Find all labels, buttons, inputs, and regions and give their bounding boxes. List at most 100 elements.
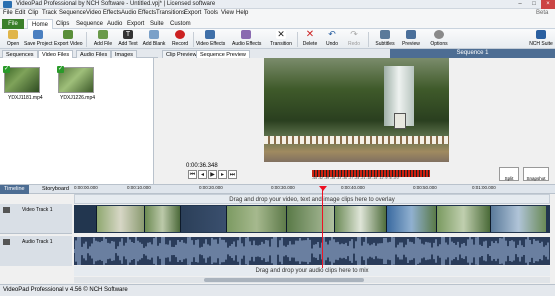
minimize-icon[interactable]: – (513, 0, 527, 9)
menu-help[interactable]: Help (236, 10, 248, 16)
edition-label: Beta (536, 10, 549, 16)
save-project-button[interactable]: Save Project (24, 30, 52, 49)
menu-edit[interactable]: Edit (15, 10, 25, 16)
menu-clip[interactable]: Clip (28, 10, 38, 16)
menu-track[interactable]: Track (42, 10, 57, 16)
tab-file[interactable]: File (2, 19, 24, 29)
audio-track[interactable] (74, 237, 550, 265)
maximize-icon[interactable]: □ (527, 0, 541, 9)
clip-bin-tabs: Sequences Video Files Audio Files Images (0, 49, 158, 58)
subtitles-button[interactable]: Subtitles (373, 30, 397, 49)
playhead-marker[interactable] (319, 186, 327, 191)
play-icon[interactable]: ▶ (208, 170, 217, 179)
go-start-icon[interactable]: ⏮ (188, 170, 197, 179)
step-back-icon[interactable]: ◂ (198, 170, 207, 179)
add-blank-button[interactable]: Add Blank (141, 30, 167, 49)
open-button[interactable]: Open (3, 30, 23, 49)
tab-images[interactable]: Images (111, 50, 138, 58)
tab-clips[interactable]: Clips (52, 19, 73, 29)
ruler-tick: 0:00:30.000 (271, 185, 295, 190)
ruler-tick: 0:00:50.000 (413, 185, 437, 190)
sign-image-region (394, 113, 406, 129)
snapshot-button[interactable]: Snapshot (523, 167, 549, 181)
tab-custom[interactable]: Custom (166, 19, 195, 29)
ribbon-tabs: File Home Clips Sequence Audio Export Su… (0, 18, 555, 29)
tab-export[interactable]: Export (123, 19, 148, 29)
tab-clip-preview[interactable]: Clip Preview (162, 50, 201, 58)
video-clip[interactable] (286, 206, 334, 232)
transition-button[interactable]: ✕ Transition (268, 30, 294, 49)
video-clip[interactable] (226, 206, 286, 232)
preview-icon (406, 30, 416, 39)
window-title: VideoPad Professional by NCH Software - … (16, 1, 216, 7)
menu-export[interactable]: Export (184, 10, 201, 16)
menu-file[interactable]: File (3, 10, 13, 16)
audio-track-header: Audio Track 1 (0, 236, 72, 266)
video-clip[interactable] (334, 206, 386, 232)
tab-sequence-preview[interactable]: Sequence Preview (196, 50, 250, 58)
save-icon (33, 30, 43, 39)
video-preview (264, 58, 449, 162)
menu-tools[interactable]: Tools (204, 10, 218, 16)
record-button[interactable]: Record (169, 30, 191, 49)
tab-timeline[interactable]: Timeline (0, 185, 29, 194)
nch-suite-button[interactable]: NCH Suite (528, 30, 554, 49)
add-text-button[interactable]: T Add Text (116, 30, 140, 49)
status-bar: VideoPad Professional v 4.56 © NCH Softw… (0, 284, 555, 296)
tab-sequence[interactable]: Sequence (72, 19, 107, 29)
speaker-icon[interactable] (3, 239, 10, 245)
waveform-path (74, 237, 549, 265)
scrollbar-thumb[interactable] (204, 278, 364, 282)
record-icon (175, 30, 185, 39)
title-bar: VideoPad Professional by NCH Software - … (0, 0, 555, 9)
close-icon[interactable]: × (541, 0, 555, 9)
audio-effects-button[interactable]: Audio Effects (232, 30, 261, 49)
ruler-tick: 0:01:00.000 (472, 185, 496, 190)
video-track-label: Video Track 1 (22, 207, 53, 213)
add-file-button[interactable]: Add File (92, 30, 114, 49)
export-video-button[interactable]: Export Video (54, 30, 83, 49)
redo-button[interactable]: ↷ Redo (345, 30, 363, 49)
video-clip[interactable] (96, 206, 144, 232)
timeline-scrollbar[interactable] (74, 277, 550, 283)
ruler-tick: 0:00:10.000 (127, 185, 151, 190)
suite-icon (536, 30, 546, 39)
eye-icon[interactable] (3, 207, 10, 213)
menu-video-effects[interactable]: Video Effects (86, 10, 121, 16)
redo-icon: ↷ (350, 29, 358, 39)
undo-icon: ↶ (328, 29, 336, 39)
audio-effects-icon (241, 30, 251, 39)
subtitles-icon (380, 30, 390, 39)
playhead-line[interactable] (322, 186, 323, 268)
overlay-drop-zone[interactable]: Drag and drop your video, text and image… (74, 194, 550, 204)
ruler-tick: 0:00:00.000 (74, 185, 98, 190)
menu-audio-effects[interactable]: Audio Effects (121, 10, 156, 16)
audio-track-label: Audio Track 1 (22, 239, 53, 245)
video-clip[interactable] (490, 206, 546, 232)
video-clip[interactable] (436, 206, 490, 232)
tab-video-files[interactable]: Video Files (38, 50, 74, 58)
video-clip[interactable] (386, 206, 436, 232)
video-clip[interactable] (144, 206, 180, 232)
tab-audio-files[interactable]: Audio Files (76, 50, 112, 58)
split-button[interactable]: Split (499, 167, 519, 181)
menu-transitions[interactable]: Transitions (156, 10, 185, 16)
tab-suite[interactable]: Suite (146, 19, 168, 29)
tab-sequences[interactable]: Sequences (2, 50, 38, 58)
video-clip[interactable] (180, 206, 226, 232)
toolbar-divider (368, 32, 369, 47)
go-end-icon[interactable]: ⏭ (228, 170, 237, 179)
audio-drop-zone[interactable]: Drag and drop your audio clips here to m… (74, 266, 550, 276)
gear-icon (434, 30, 444, 39)
undo-button[interactable]: ↶ Undo (323, 30, 341, 49)
video-track-header: Video Track 1 (0, 204, 72, 234)
options-button[interactable]: Options (428, 30, 450, 49)
tab-home[interactable]: Home (27, 19, 54, 29)
video-effects-button[interactable]: Video Effects (196, 30, 225, 49)
menu-view[interactable]: View (221, 10, 234, 16)
delete-button[interactable]: ✕ Delete (300, 30, 320, 49)
menu-sequence[interactable]: Sequence (59, 10, 86, 16)
preview-button[interactable]: Preview (400, 30, 422, 49)
tab-storyboard[interactable]: Storyboard (38, 185, 73, 194)
step-forward-icon[interactable]: ▸ (218, 170, 227, 179)
